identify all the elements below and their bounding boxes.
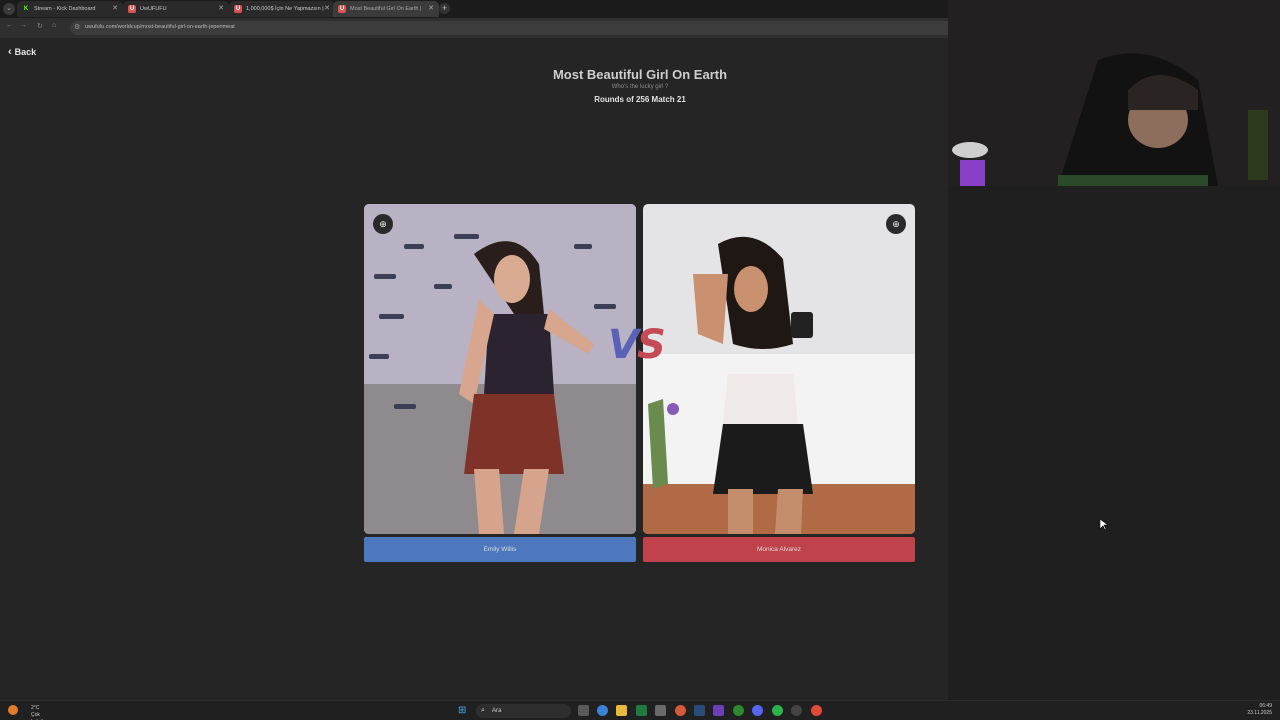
nav-bar: ← → ↻ ⌂ ⚙ uwufufu.com/worldcup/most-beau… xyxy=(0,18,948,38)
search-icon: ⌕ xyxy=(481,707,485,714)
clock-time: 06:49 xyxy=(1259,703,1272,709)
store-icon[interactable] xyxy=(655,705,666,716)
weather-temp: 2°C xyxy=(31,705,40,711)
photo-left xyxy=(364,204,636,534)
zoom-icon[interactable]: ⊕ xyxy=(886,214,906,234)
windows-start-icon[interactable]: ⊞ xyxy=(458,705,466,716)
webcam-overlay xyxy=(948,0,1280,186)
discord-icon[interactable] xyxy=(752,705,763,716)
reload-icon[interactable]: ↻ xyxy=(37,22,43,30)
tab-strip: ⌄ K Stream - Kick Dashboard ✕ U UwUFUFU … xyxy=(0,0,948,18)
xbox-icon[interactable] xyxy=(733,705,744,716)
page-subtitle: Who's the lucky girl ? xyxy=(611,84,669,90)
mouse-cursor-icon xyxy=(1100,519,1108,531)
chrome-icon[interactable] xyxy=(811,705,822,716)
choose-left-button[interactable]: Emily Willis xyxy=(364,537,636,562)
obs-icon[interactable] xyxy=(713,705,724,716)
close-icon[interactable]: ✕ xyxy=(218,1,224,17)
taskbar: 2°C Çok bulutlu ⊞ ⌕ Ara 06:49 23.11.2025 xyxy=(0,700,1280,720)
contestant-right-image[interactable]: ⊕ xyxy=(643,204,915,534)
contestant-left-image[interactable]: ⊕ xyxy=(364,204,636,534)
back-label: Back xyxy=(14,47,37,57)
steam-icon[interactable] xyxy=(694,705,705,716)
copilot-icon[interactable] xyxy=(597,705,608,716)
excel-icon[interactable] xyxy=(636,705,647,716)
clock-date: 23.11.2025 xyxy=(1247,710,1272,716)
url-text: uwufufu.com/worldcup/most-beautiful-girl… xyxy=(85,24,235,30)
tab-uwufufu[interactable]: U UwUFUFU ✕ xyxy=(123,1,229,17)
tab-label: Stream - Kick Dashboard xyxy=(34,6,96,12)
zoom-icon[interactable]: ⊕ xyxy=(373,214,393,234)
new-tab-button[interactable]: + xyxy=(439,3,450,14)
task-view-icon[interactable] xyxy=(578,705,589,716)
home-icon[interactable]: ⌂ xyxy=(52,22,56,29)
uwufufu-icon: U xyxy=(338,5,346,13)
forward-arrow-icon[interactable]: → xyxy=(20,22,27,29)
tab-million[interactable]: U 1,000,000$ İçin Ne Yapmazsın | ✕ xyxy=(229,1,335,17)
photo-right xyxy=(643,204,915,534)
browser-icon[interactable] xyxy=(675,705,686,716)
uwufufu-icon: U xyxy=(234,5,242,13)
clock[interactable]: 06:49 23.11.2025 xyxy=(1247,703,1272,717)
tab-label: Most Beautiful Girl On Earth | xyxy=(350,6,422,12)
back-button[interactable]: ‹ Back xyxy=(8,46,36,58)
choose-right-button[interactable]: Monica Alvarez xyxy=(643,537,915,562)
uwufufu-icon: U xyxy=(128,5,136,13)
kick-icon: K xyxy=(22,5,30,13)
tab-menu-button[interactable]: ⌄ xyxy=(3,3,15,15)
weather-desc: Çok bulutlu xyxy=(31,712,46,720)
vs-badge: VS xyxy=(608,322,666,368)
tab-kick-dashboard[interactable]: K Stream - Kick Dashboard ✕ xyxy=(17,1,123,17)
weather-icon xyxy=(8,705,18,715)
page-title: Most Beautiful Girl On Earth xyxy=(552,67,728,82)
chevron-left-icon: ‹ xyxy=(8,46,12,58)
close-icon[interactable]: ✕ xyxy=(112,1,118,17)
tab-most-beautiful[interactable]: U Most Beautiful Girl On Earth | ✕ xyxy=(333,1,439,17)
file-explorer-icon[interactable] xyxy=(616,705,627,716)
webcam-feed xyxy=(948,0,1280,186)
site-info-icon[interactable]: ⚙ xyxy=(74,23,80,31)
tab-label: 1,000,000$ İçin Ne Yapmazsın | xyxy=(246,6,324,12)
vs-v-letter: V xyxy=(608,322,639,368)
vs-s-letter: S xyxy=(636,322,666,368)
browser-window: ⌄ K Stream - Kick Dashboard ✕ U UwUFUFU … xyxy=(0,0,948,700)
back-arrow-icon[interactable]: ← xyxy=(6,22,13,29)
taskbar-search[interactable]: ⌕ Ara xyxy=(476,704,571,718)
tab-label: UwUFUFU xyxy=(140,6,167,12)
screen: ⌄ K Stream - Kick Dashboard ✕ U UwUFUFU … xyxy=(0,0,1280,720)
search-placeholder: Ara xyxy=(492,708,502,714)
close-icon[interactable]: ✕ xyxy=(324,1,330,17)
spotify-icon[interactable] xyxy=(772,705,783,716)
address-bar[interactable]: ⚙ uwufufu.com/worldcup/most-beautiful-gi… xyxy=(70,21,948,35)
round-info: Rounds of 256 Match 21 xyxy=(594,95,686,104)
app-icon[interactable] xyxy=(791,705,802,716)
close-icon[interactable]: ✕ xyxy=(428,1,434,17)
